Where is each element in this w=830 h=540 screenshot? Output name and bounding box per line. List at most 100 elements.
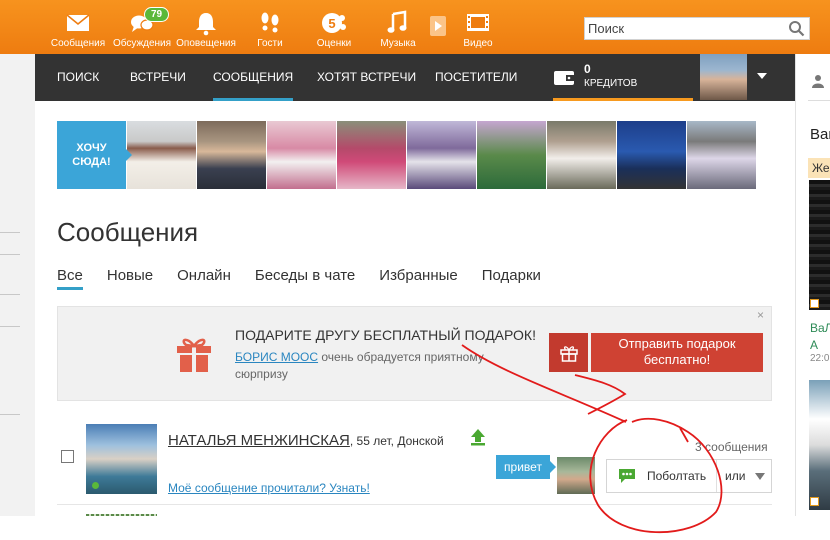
- more-actions-dropdown[interactable]: или: [717, 460, 771, 492]
- search-input[interactable]: [585, 18, 785, 39]
- close-icon[interactable]: ×: [757, 308, 764, 322]
- send-gift-label: Отправить подарок бесплатно!: [591, 333, 763, 372]
- right-photo[interactable]: [809, 180, 830, 310]
- strip-photo[interactable]: [617, 121, 686, 189]
- strip-photo[interactable]: [337, 121, 406, 189]
- strip-photo[interactable]: [407, 121, 476, 189]
- message-avatar[interactable]: [86, 424, 157, 494]
- top-nav: Сообщения 79 Обсуждения Оповещения Гости…: [46, 0, 510, 54]
- gift-promo: ПОДАРИТЕ ДРУГУ БЕСПЛАТНЫЙ ПОДАРОК! БОРИС…: [57, 306, 772, 401]
- subnav-tab-messages[interactable]: СООБЩЕНИЯ: [213, 54, 294, 101]
- topnav-label: Музыка: [380, 38, 416, 49]
- strip-photo[interactable]: [127, 121, 196, 189]
- send-gift-button[interactable]: Отправить подарок бесплатно!: [549, 333, 763, 372]
- want-here-label-1: ХОЧУ: [76, 142, 107, 154]
- credits-widget[interactable]: 0 КРЕДИТОВ: [553, 54, 693, 101]
- left-divider: [0, 294, 20, 295]
- sender-meta: , 55 лет, Донской: [349, 434, 444, 448]
- topnav-label: Оценки: [316, 38, 352, 49]
- bottom-strip: [0, 516, 830, 540]
- subnav-tab-want-meet[interactable]: ХОТЯТ ВСТРЕЧИ: [317, 54, 416, 101]
- arrow-up-icon[interactable]: [470, 428, 486, 446]
- left-divider: [0, 254, 20, 255]
- last-message-bubble: привет: [496, 455, 556, 479]
- message-tabs: Все Новые Онлайн Беседы в чате Избранные…: [57, 267, 565, 290]
- send-gift-line1: Отправить подарок: [618, 336, 736, 351]
- message-checkbox[interactable]: [61, 450, 74, 463]
- right-photo-checkbox[interactable]: [810, 497, 819, 506]
- left-column: [0, 54, 35, 540]
- chat-button[interactable]: Поболтать: [607, 460, 717, 492]
- search-icon[interactable]: [788, 20, 805, 37]
- topnav-item-music[interactable]: Музыка: [366, 0, 430, 54]
- message-sender: НАТАЛЬЯ МЕНЖИНСКАЯ, 55 лет, Донской: [168, 432, 444, 449]
- film-icon: [467, 14, 489, 31]
- gift-icon: [177, 338, 211, 372]
- credits-underline: [553, 98, 693, 101]
- tab-all[interactable]: Все: [57, 267, 83, 290]
- strip-photo[interactable]: [477, 121, 546, 189]
- tab-online[interactable]: Онлайн: [177, 267, 231, 290]
- read-status-link[interactable]: Моё сообщение прочитали? Узнать!: [168, 481, 370, 495]
- right-user-line1: ВаЛ: [810, 321, 830, 335]
- topnav-label: Видео: [463, 38, 493, 49]
- topnav-item-messages[interactable]: Сообщения: [46, 0, 110, 54]
- credits-count: 0: [584, 62, 591, 76]
- user-icon[interactable]: [812, 74, 824, 88]
- right-photo-checkbox[interactable]: [810, 299, 819, 308]
- my-avatar-small: [557, 457, 595, 494]
- topnav-item-notifications[interactable]: Оповещения: [174, 0, 238, 54]
- row-divider: [57, 504, 772, 505]
- topnav-label: Оповещения: [176, 38, 236, 49]
- right-user-name[interactable]: ВаЛ А: [810, 320, 830, 354]
- right-column-line: [808, 100, 830, 101]
- chevron-down-icon[interactable]: [757, 73, 767, 79]
- right-tag[interactable]: Же: [808, 158, 830, 178]
- svg-text:5: 5: [328, 16, 335, 31]
- page-title: Сообщения: [57, 217, 199, 247]
- promo-title: ПОДАРИТЕ ДРУГУ БЕСПЛАТНЫЙ ПОДАРОК!: [235, 327, 536, 343]
- topnav-item-discussions[interactable]: 79 Обсуждения: [110, 0, 174, 54]
- want-here-button[interactable]: ХОЧУ СЮДА!: [57, 121, 132, 189]
- topnav-label: Сообщения: [50, 38, 106, 49]
- promo-friend-link[interactable]: БОРИС МООС: [235, 350, 318, 364]
- promo-text: БОРИС МООС очень обрадуется приятному сю…: [235, 349, 525, 383]
- left-divider: [0, 326, 20, 327]
- left-divider: [0, 414, 20, 415]
- right-time: 22:0: [810, 353, 830, 364]
- strip-photo[interactable]: [197, 121, 266, 189]
- left-divider: [0, 232, 20, 233]
- music-note-icon: [387, 10, 407, 33]
- more-actions-label: или: [725, 469, 746, 483]
- right-heading: Ваш: [810, 126, 830, 143]
- tab-new[interactable]: Новые: [107, 267, 153, 290]
- right-photo[interactable]: [809, 380, 830, 510]
- topnav-item-ratings[interactable]: 5 Оценки: [302, 0, 366, 54]
- tab-favorites[interactable]: Избранные: [379, 267, 457, 290]
- tab-gifts[interactable]: Подарки: [482, 267, 541, 290]
- subnav-tab-meetings[interactable]: ВСТРЕЧИ: [130, 54, 186, 101]
- top-bar: Сообщения 79 Обсуждения Оповещения Гости…: [0, 0, 830, 54]
- gift-button-icon: [549, 333, 588, 372]
- message-count: 3 сообщения: [695, 440, 768, 454]
- topnav-item-video[interactable]: Видео: [446, 0, 510, 54]
- envelope-icon: [66, 14, 90, 31]
- play-button-area[interactable]: [430, 0, 446, 54]
- strip-photo[interactable]: [687, 121, 756, 189]
- gift-icon: [559, 345, 578, 362]
- tab-chat-conversations[interactable]: Беседы в чате: [255, 267, 355, 290]
- chat-button-label: Поболтать: [647, 469, 707, 483]
- dating-subnav: ПОИСК ВСТРЕЧИ СООБЩЕНИЯ ХОТЯТ ВСТРЕЧИ ПО…: [35, 54, 795, 101]
- topnav-item-guests[interactable]: Гости: [238, 0, 302, 54]
- strip-photo[interactable]: [547, 121, 616, 189]
- chat-bubble-icon: [619, 469, 635, 483]
- subnav-tab-visitors[interactable]: ПОСЕТИТЕЛИ: [435, 54, 517, 101]
- send-gift-line2: бесплатно!: [643, 352, 711, 367]
- sender-name-link[interactable]: НАТАЛЬЯ МЕНЖИНСКАЯ: [168, 432, 350, 449]
- topnav-label: Гости: [257, 38, 283, 49]
- online-indicator: [92, 482, 99, 489]
- subnav-tab-search[interactable]: ПОИСК: [57, 54, 99, 101]
- strip-photo[interactable]: [267, 121, 336, 189]
- want-here-label-2: СЮДА!: [72, 156, 111, 168]
- user-avatar[interactable]: [700, 54, 747, 100]
